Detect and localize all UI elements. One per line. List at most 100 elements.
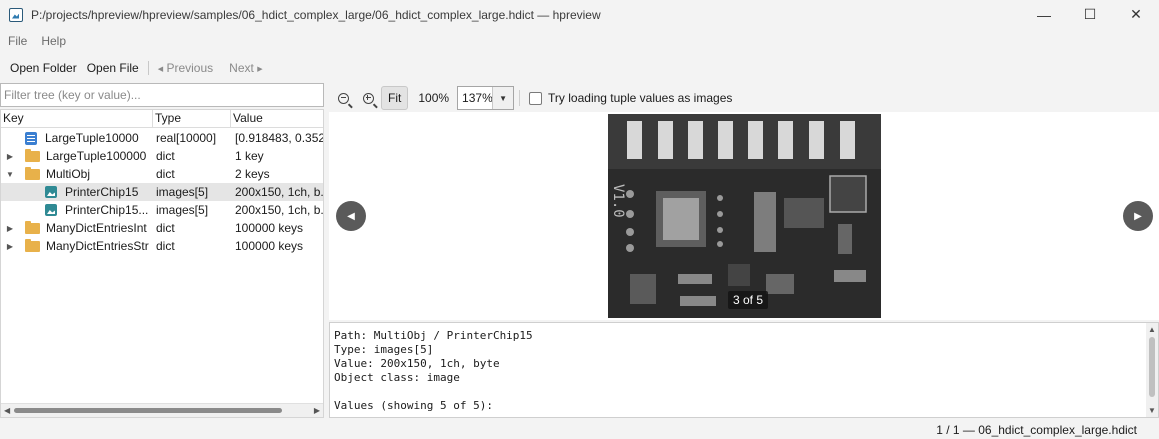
scroll-up-icon[interactable]: ▲ — [1148, 325, 1156, 334]
chip-image: V1.0 3 of 5 — [608, 114, 881, 318]
chevron-right-icon[interactable]: ▶ — [5, 237, 15, 255]
details-text: Path: MultiObj / PrinterChip15 Type: ima… — [334, 329, 533, 412]
chevron-down-icon[interactable]: ▼ — [492, 87, 514, 109]
tree-type: dict — [156, 239, 175, 253]
tree-key-label: PrinterChip15 — [65, 185, 139, 199]
printer-chip-image: V1.0 — [608, 114, 881, 318]
details-panel[interactable]: Path: MultiObj / PrinterChip15 Type: ima… — [329, 322, 1159, 418]
chevron-right-icon[interactable]: ▶ — [5, 147, 15, 165]
tree-key-label: ManyDictEntriesInt — [46, 221, 147, 235]
scrollbar-thumb[interactable] — [1149, 337, 1155, 397]
scroll-down-icon[interactable]: ▼ — [1148, 406, 1156, 415]
previous-label: Previous — [166, 61, 214, 75]
tree-key: PrinterChip15 — [45, 183, 138, 201]
tree-view[interactable]: Key Type Value LargeTuple10000 real[10000… — [0, 109, 324, 418]
zoom-100-button[interactable]: 100% — [418, 91, 449, 105]
image-counter: 3 of 5 — [728, 291, 768, 309]
tree-key: PrinterChip15... — [45, 201, 148, 219]
tree-value: 2 keys — [235, 167, 270, 181]
list-icon — [25, 131, 37, 145]
fit-button[interactable]: Fit — [381, 86, 409, 110]
tree-row[interactable]: ▶ LargeTuple100000 dict 1 key — [1, 147, 323, 165]
folder-icon — [25, 238, 40, 252]
tree-pane: Filter tree (key or value)... Key Type V… — [0, 82, 324, 418]
tree-type: dict — [156, 167, 175, 181]
image-viewer[interactable]: ◀ V1.0 3 of 5 ▶ — [329, 112, 1159, 320]
tree-header: Key Type Value — [1, 110, 323, 128]
zoom-value: 137% — [462, 91, 493, 105]
filter-input[interactable]: Filter tree (key or value)... — [0, 83, 324, 107]
previous-button[interactable]: ◀ Previous — [153, 61, 218, 75]
tree-value: 100000 keys — [235, 221, 304, 235]
tree-value: [0.918483, 0.352... — [235, 131, 323, 145]
tree-type: images[5] — [156, 185, 209, 199]
app-icon — [9, 7, 23, 22]
tree-row[interactable]: PrinterChip15... images[5] 200x150, 1ch, b… — [1, 201, 323, 219]
image-icon — [45, 204, 57, 216]
tree-row[interactable]: ▶ ManyDictEntriesInt dict 100000 keys — [1, 219, 323, 237]
image-icon — [45, 186, 57, 198]
arrow-left-icon: ◀ — [347, 210, 355, 222]
title-bar: P:/projects/hpreview/hpreview/samples/06… — [0, 0, 1159, 29]
menu-bar: File Help — [0, 29, 1159, 52]
menu-file[interactable]: File — [1, 34, 34, 48]
chevron-down-icon[interactable]: ▼ — [5, 165, 15, 183]
tree-key-label: LargeTuple10000 — [45, 131, 139, 145]
maximize-button[interactable]: ☐ — [1067, 0, 1113, 29]
column-header-type[interactable]: Type — [153, 110, 231, 128]
scroll-right-icon[interactable]: ▶ — [314, 406, 320, 415]
chevron-left-icon: ◀ — [157, 65, 164, 73]
minimize-button[interactable]: — — [1021, 0, 1067, 29]
tree-type: images[5] — [156, 203, 209, 217]
viewer-toolbar-separator — [519, 90, 521, 106]
svg-text:V1.0: V1.0 — [610, 184, 626, 218]
zoom-out-button[interactable] — [332, 87, 354, 109]
menu-help[interactable]: Help — [34, 34, 73, 48]
window-title: P:/projects/hpreview/hpreview/samples/06… — [31, 7, 601, 22]
vertical-scrollbar[interactable]: ▲ ▼ — [1146, 323, 1158, 417]
tree-key: MultiObj — [25, 165, 90, 183]
tree-value: 200x150, 1ch, b... — [235, 185, 323, 199]
zoom-in-button[interactable] — [357, 87, 379, 109]
previous-image-button[interactable]: ◀ — [336, 201, 366, 231]
tree-key: ManyDictEntriesInt — [25, 219, 147, 237]
open-folder-button[interactable]: Open Folder — [5, 61, 82, 75]
zoom-in-icon — [362, 92, 374, 104]
tree-key-label: MultiObj — [46, 167, 91, 181]
open-file-button[interactable]: Open File — [82, 61, 144, 75]
tree-row[interactable]: ▼ MultiObj dict 2 keys — [1, 165, 323, 183]
column-header-key[interactable]: Key — [1, 110, 153, 128]
close-button[interactable]: ✕ — [1113, 0, 1159, 29]
tuple-images-label[interactable]: Try loading tuple values as images — [548, 91, 732, 105]
tree-key: LargeTuple100000 — [25, 147, 146, 165]
tree-row[interactable]: LargeTuple10000 real[10000] [0.918483, 0.3… — [1, 129, 323, 147]
tree-value: 1 key — [235, 149, 264, 163]
tree-row[interactable]: PrinterChip15 images[5] 200x150, 1ch, b... — [1, 183, 323, 201]
tree-row[interactable]: ▶ ManyDictEntriesStr dict 100000 keys — [1, 237, 323, 255]
tree-key-label: ManyDictEntriesStr — [46, 239, 149, 253]
chevron-right-icon: ▶ — [257, 65, 263, 73]
tree-key: LargeTuple10000 — [25, 129, 139, 147]
horizontal-scrollbar[interactable]: ◀ ▶ — [1, 403, 323, 417]
folder-icon — [25, 220, 40, 234]
next-image-button[interactable]: ▶ — [1123, 201, 1153, 231]
status-bar: 1 / 1 — 06_hdict_complex_large.hdict — [0, 421, 1159, 439]
folder-icon — [25, 166, 40, 180]
column-header-value[interactable]: Value — [231, 110, 323, 128]
arrow-right-icon: ▶ — [1134, 210, 1142, 222]
tree-key-label: LargeTuple100000 — [46, 149, 147, 163]
tree-type: dict — [156, 221, 175, 235]
scroll-left-icon[interactable]: ◀ — [4, 406, 10, 415]
scrollbar-thumb[interactable] — [14, 408, 282, 413]
zoom-out-icon — [337, 92, 349, 104]
main-toolbar: Open Folder Open File ◀ Previous Next ▶ — [0, 55, 1159, 81]
tuple-images-checkbox[interactable] — [529, 91, 543, 105]
folder-icon — [25, 148, 40, 162]
next-button[interactable]: Next ▶ — [224, 61, 267, 75]
next-label: Next — [229, 61, 254, 75]
status-text: 1 / 1 — 06_hdict_complex_large.hdict — [936, 423, 1137, 437]
zoom-select[interactable]: 137% ▼ — [457, 86, 515, 110]
toolbar-separator — [147, 61, 149, 75]
tree-key: ManyDictEntriesStr — [25, 237, 149, 255]
chevron-right-icon[interactable]: ▶ — [5, 219, 15, 237]
